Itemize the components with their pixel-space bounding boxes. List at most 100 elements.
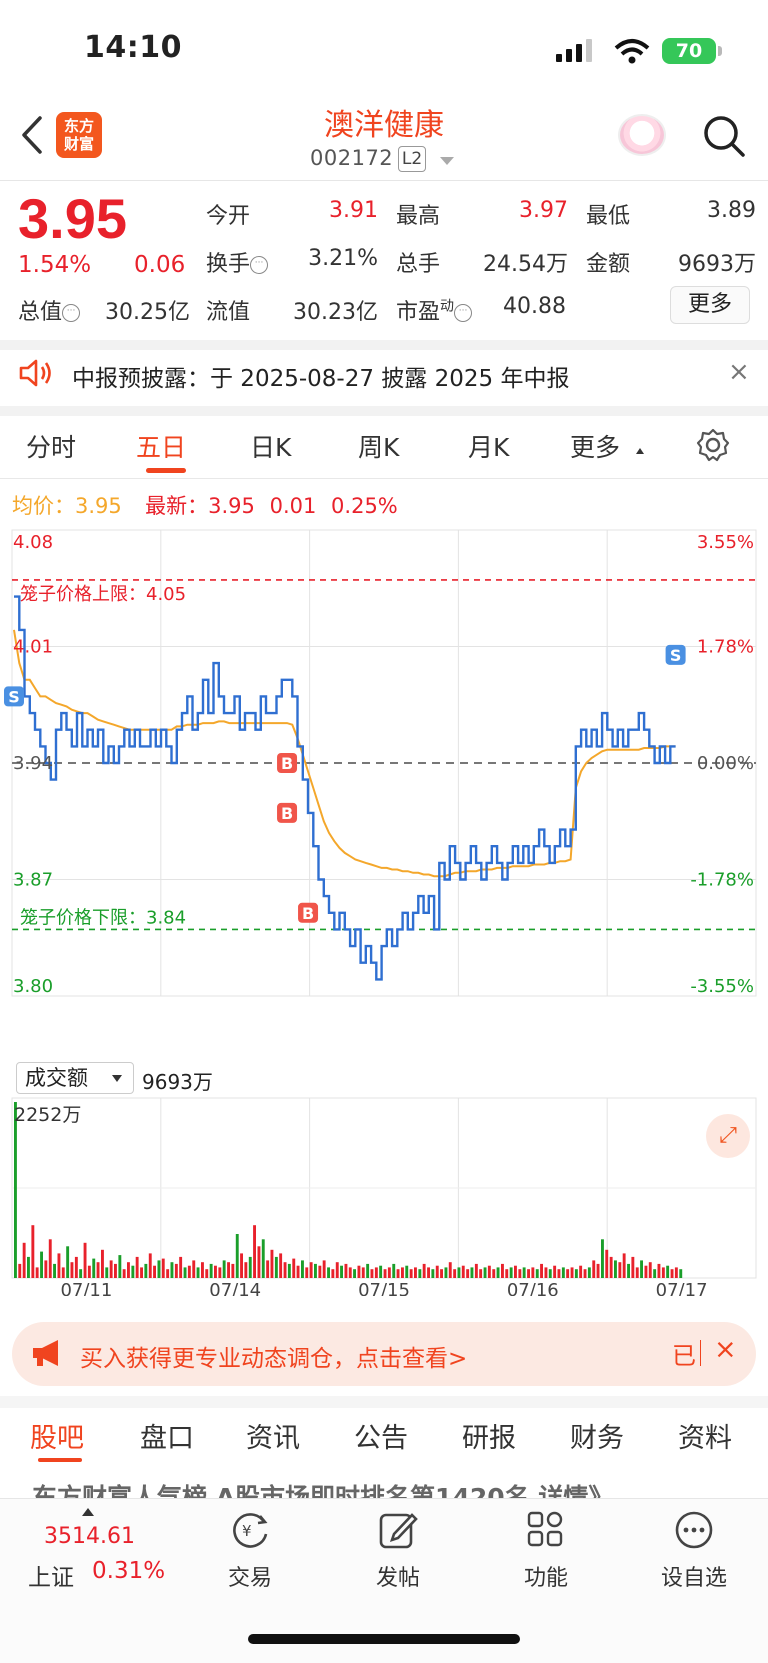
trade-marker-s[interactable]: S [665,644,686,665]
pe-label[interactable]: 市盈动 ··· [396,294,473,326]
wifi-icon [614,39,650,64]
volume-bar [18,1263,22,1278]
chevron-down-icon[interactable] [112,1075,122,1082]
index-change-pct[interactable]: 0.31% [92,1558,165,1584]
tab-week-k[interactable]: 周K [358,428,399,464]
volume-chart[interactable]: 07/11 07/14 07/15 07/16 07/17 [0,1096,768,1296]
volume-grid [11,1097,757,1279]
volume-bar [427,1267,430,1278]
volume-bar [496,1267,500,1278]
tab-more[interactable]: 更多 [570,428,620,464]
search-icon[interactable] [702,114,746,158]
volume-bar [44,1260,48,1278]
volume-bar [318,1265,322,1278]
volume-bar [144,1263,148,1278]
section-gap [0,1396,768,1408]
level2-badge[interactable]: L2 [398,146,426,172]
tab-research[interactable]: 研报 [462,1416,516,1455]
chart-legend: 均价：3.95 最新：3.95 0.01 0.25% [12,490,398,520]
tab-finance[interactable]: 财务 [570,1416,624,1455]
volume-bar [440,1269,443,1278]
volume-bar [492,1269,496,1278]
notice-close-button[interactable]: × [728,357,750,387]
volume-bar [505,1269,509,1278]
volume-bar [40,1251,43,1278]
volume-bar [309,1262,313,1278]
tab-intraday[interactable]: 分时 [26,428,76,464]
stock-code: 002172 [310,146,394,170]
more-dots-icon[interactable]: ··· [454,304,473,322]
notice-text[interactable]: 中报预披露：于 2025-08-27 披露 2025 年中报 [72,359,569,393]
volume-bar [170,1262,174,1278]
volume-bar [96,1262,100,1278]
y-right-tick: 3.55% [697,532,754,553]
settings-gear-icon[interactable] [696,428,730,462]
quote-more-button[interactable]: 更多 [670,286,750,324]
volume-bar [205,1269,209,1278]
pe-superscript: 动 [440,298,455,315]
chevron-up-icon[interactable] [82,1508,94,1516]
volume-bar [466,1269,470,1278]
volume-bar [53,1263,56,1278]
y-right-tick: 0.00% [697,753,754,774]
more-caret-icon [636,448,644,454]
tab-month-k[interactable]: 月K [468,428,509,464]
home-indicator [248,1634,520,1644]
x-axis-label: 07/17 [656,1280,708,1296]
promo-text[interactable]: 买入获得更专业动态调仓，点击查看> [80,1339,467,1373]
trade-marker-b[interactable]: B [277,753,298,773]
functions-grid-icon[interactable] [526,1510,566,1550]
tab-profile[interactable]: 资料 [678,1416,732,1455]
float-cap-value: 30.23亿 [293,300,378,325]
tab-news[interactable]: 资讯 [246,1416,300,1455]
more-dots-icon[interactable]: ··· [62,304,81,322]
volume-bar [409,1269,413,1278]
volume-bar [544,1267,548,1278]
volume-bar [118,1255,122,1278]
nav-post[interactable]: 发帖 [348,1560,448,1592]
index-value[interactable]: 3514.61 [44,1524,135,1549]
volume-bar [527,1269,530,1278]
x-axis-labels: 07/11 07/14 07/15 07/16 07/17 [60,1280,707,1296]
volume-bar [609,1256,613,1278]
nav-add-watchlist[interactable]: 设自选 [644,1560,744,1592]
stock-switch-caret-icon[interactable] [440,157,454,165]
volume-bar [244,1262,248,1278]
volume-bar [327,1267,330,1278]
pe-value: 40.88 [503,294,566,319]
trade-marker-b[interactable]: B [298,902,319,923]
volume-bar [644,1265,648,1278]
latest-pct: 0.25% [331,494,398,518]
assistant-robot-icon[interactable] [618,114,666,156]
turnover-label[interactable]: 换手 ··· [206,246,269,278]
turnover-label-text: 换手 [206,252,251,277]
volume-bar [131,1265,135,1278]
volume-bar [166,1269,170,1278]
volume-bar [292,1258,296,1278]
more-circle-icon[interactable] [674,1510,714,1550]
expand-chart-icon[interactable]: ⤢ [706,1114,750,1158]
tab-pankou[interactable]: 盘口 [140,1416,194,1455]
more-dots-icon[interactable]: ··· [250,256,269,274]
volume-bar [153,1265,156,1278]
volume-bar [157,1260,161,1278]
promo-close-button[interactable]: × [714,1334,737,1365]
market-cap-label[interactable]: 总值 ··· [18,294,81,326]
tab-guba[interactable]: 股吧 [30,1416,84,1455]
trade-yen-icon[interactable]: ¥ [228,1510,272,1550]
tab-announcements[interactable]: 公告 [354,1416,408,1455]
tab-five-day[interactable]: 五日 [136,428,186,464]
tab-day-k[interactable]: 日K [250,428,291,464]
trade-marker-b[interactable]: B [277,802,298,823]
compose-post-icon[interactable] [378,1510,420,1550]
index-name[interactable]: 上证 [28,1558,74,1592]
nav-functions[interactable]: 功能 [496,1560,596,1592]
nav-trade[interactable]: 交易 [200,1560,300,1592]
y-right-tick: -1.78% [690,870,754,891]
volume-bar [631,1256,635,1278]
latest-label: 最新： [145,494,209,518]
hot-rank-strip[interactable]: 东方财富人气榜 A股市场即时排名第1420名 详情》 [0,1476,768,1500]
five-day-price-chart[interactable]: 笼子价格上限：4.05 笼子价格下限：3.84 S B B B S 4.08 4.01 3.9… [0,522,768,1062]
trade-marker-s[interactable]: S [4,686,24,707]
volume-bar [596,1263,600,1278]
